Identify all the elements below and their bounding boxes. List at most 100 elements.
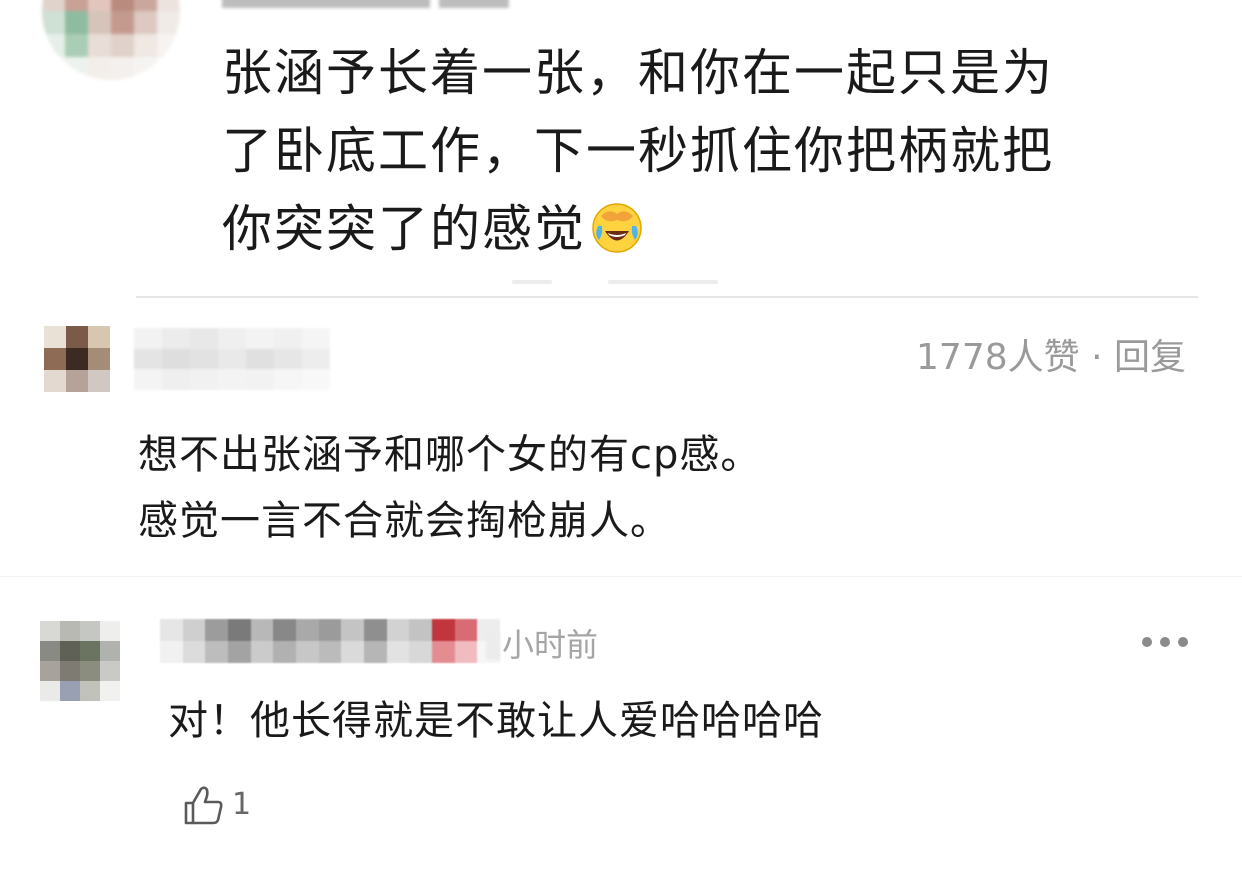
mosaic-cell	[88, 370, 110, 392]
mosaic-cell	[295, 641, 319, 663]
mosaic-cell	[65, 34, 88, 57]
mosaic-cell	[160, 641, 183, 663]
mosaic-cell	[42, 11, 65, 34]
mosaic-cell	[100, 661, 120, 681]
mosaic-cell	[205, 619, 228, 641]
main-comment-body: 想不出张涵予和哪个女的有cp感。 感觉一言不合就会掏枪崩人。	[138, 422, 1198, 554]
main-comment-meta: 1778人赞 · 回复	[916, 334, 1186, 382]
comment-thread-page: ▆▆▆▆▆▆▆▆▆ ▆▆▆ 张涵予长着一张，和你在一起只是为 了卧底工作，下一秒…	[0, 0, 1242, 879]
more-dots-icon[interactable]	[1142, 631, 1188, 653]
mosaic-cell	[295, 619, 319, 641]
main-comment-line: 感觉一言不合就会掏枪崩人。	[138, 498, 671, 544]
reply-body: 对！他长得就是不敢让人爱哈哈哈哈	[168, 698, 824, 744]
mosaic-cell	[88, 326, 110, 348]
mosaic-cell	[160, 619, 183, 641]
mosaic-cell	[190, 328, 218, 349]
mosaic-cell	[341, 641, 364, 663]
mosaic-cell	[60, 641, 80, 661]
mosaic-cell	[134, 328, 162, 349]
like-count[interactable]: 1778人赞	[916, 337, 1080, 378]
mosaic-cell	[42, 34, 65, 57]
quoted-comment-line-text: 你突突了的感觉	[222, 200, 586, 258]
quoted-comment-body: 张涵予长着一张，和你在一起只是为 了卧底工作，下一秒抓住你把柄就把 你突突了的感…	[222, 34, 1222, 268]
mosaic-cell	[274, 348, 302, 370]
mosaic-cell	[66, 370, 88, 392]
reply-comment: 小时前 对！他长得就是不敢让人爱哈哈哈哈 1	[0, 576, 1242, 879]
mosaic-cell	[431, 619, 455, 641]
reply-timestamp: 小时前	[486, 625, 598, 665]
mosaic-cell	[246, 369, 274, 390]
mosaic-cell	[302, 369, 330, 390]
mosaic-cell	[273, 619, 296, 641]
faint-separator-marks	[512, 280, 722, 286]
mosaic-cell	[302, 328, 330, 349]
dot	[1160, 637, 1170, 647]
main-comment-username-redacted[interactable]	[134, 328, 330, 390]
mosaic-cell	[246, 348, 274, 370]
mosaic-cell	[218, 348, 246, 370]
mosaic-cell	[386, 641, 410, 663]
mosaic-cell	[111, 34, 134, 57]
mosaic-cell	[157, 11, 180, 34]
mosaic-cell	[162, 348, 190, 370]
mosaic-cell	[246, 328, 274, 349]
mosaic-cell	[100, 681, 120, 701]
mosaic-cell	[318, 641, 342, 663]
main-comment-avatar[interactable]	[44, 326, 110, 392]
quoted-comment-line: 张涵予长着一张，和你在一起只是为	[222, 44, 1054, 102]
mosaic-cell	[162, 328, 190, 349]
mosaic-cell	[40, 661, 60, 681]
mosaic-cell	[66, 348, 88, 370]
mosaic-cell	[60, 661, 80, 681]
reply-username-redacted[interactable]	[160, 619, 500, 663]
mosaic-cell	[80, 681, 100, 701]
meta-separator: ·	[1079, 337, 1114, 378]
mosaic-cell	[218, 369, 246, 390]
mosaic-cell	[363, 641, 387, 663]
mosaic-cell	[431, 641, 455, 663]
mosaic-cell	[60, 681, 80, 701]
quoted-comment-avatar[interactable]	[42, 0, 180, 80]
like-button[interactable]: 1	[180, 781, 251, 829]
laughing-crying-emoji-icon	[592, 203, 642, 253]
mosaic-cell	[44, 370, 66, 392]
mosaic-cell	[409, 641, 432, 663]
mosaic-cell	[250, 619, 274, 641]
mosaic-cell	[100, 641, 120, 661]
mosaic-cell	[65, 0, 88, 11]
mosaic-cell	[88, 11, 111, 34]
reply-time-text: 小时前	[502, 626, 599, 664]
comment-divider	[136, 296, 1198, 298]
quoted-comment-line: 你突突了的感觉	[222, 190, 1222, 268]
mosaic-cell	[157, 0, 180, 11]
mosaic-cell	[134, 57, 157, 80]
mosaic-cell	[134, 11, 157, 34]
mosaic-cell	[134, 0, 157, 11]
mosaic-cell	[80, 621, 100, 641]
mosaic-cell	[227, 641, 251, 663]
mosaic-cell	[80, 661, 100, 681]
reply-avatar[interactable]	[40, 621, 120, 701]
mosaic-cell	[273, 641, 296, 663]
mosaic-cell	[250, 641, 274, 663]
quoted-comment-line: 了卧底工作，下一秒抓住你把柄就把	[222, 122, 1054, 180]
mosaic-cell	[88, 57, 111, 80]
mosaic-cell	[318, 619, 342, 641]
mosaic-cell	[302, 348, 330, 370]
mosaic-cell	[274, 328, 302, 349]
timestamp-redacted-prefix	[486, 634, 500, 660]
mosaic-cell	[111, 57, 134, 80]
mosaic-cell	[454, 641, 478, 663]
mosaic-cell	[88, 34, 111, 57]
mosaic-cell	[386, 619, 410, 641]
reply-button[interactable]: 回复	[1114, 337, 1186, 378]
mosaic-cell	[88, 348, 110, 370]
dot	[1142, 637, 1152, 647]
like-count: 1	[232, 787, 252, 822]
mosaic-cell	[363, 619, 387, 641]
mosaic-cell	[44, 326, 66, 348]
mosaic-cell	[40, 621, 60, 641]
mosaic-cell	[157, 34, 180, 57]
mosaic-cell	[111, 0, 134, 11]
mosaic-cell	[409, 619, 432, 641]
